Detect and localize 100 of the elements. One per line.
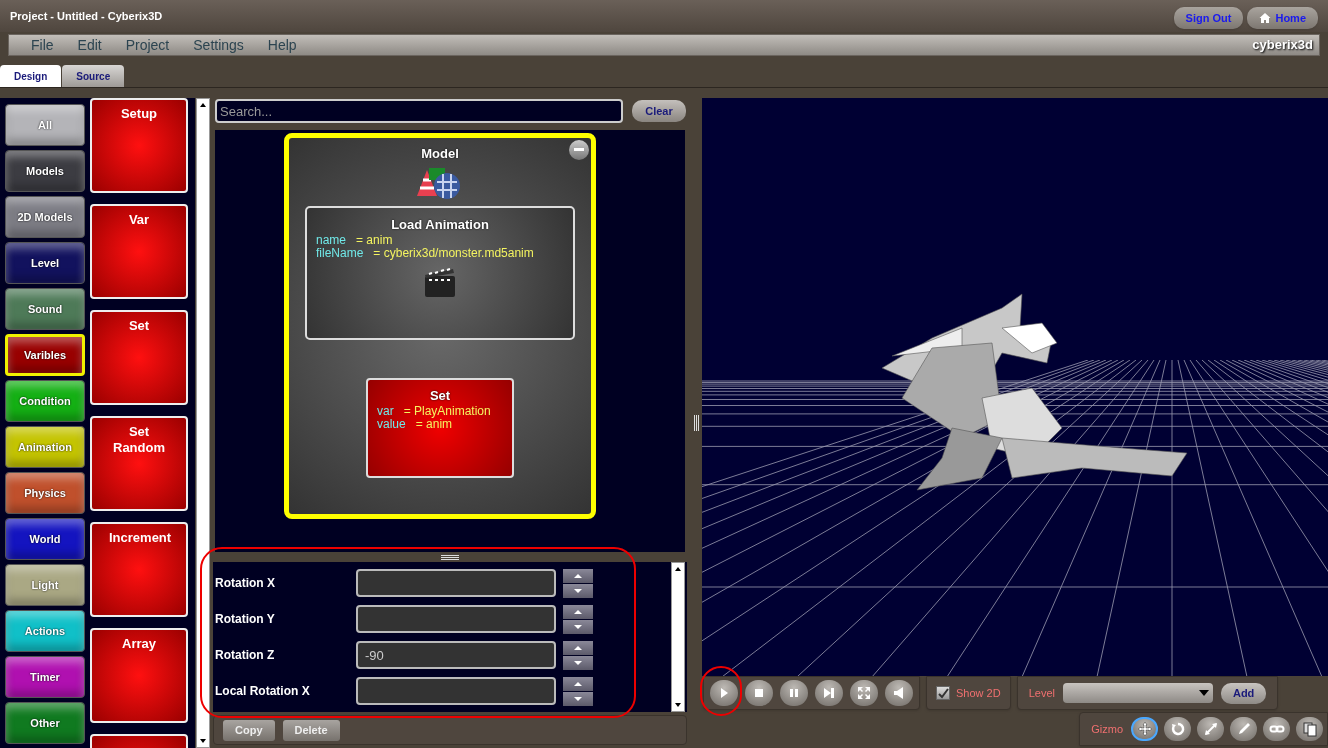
property-field[interactable] — [356, 605, 556, 633]
playback-button[interactable] — [850, 680, 878, 706]
gizmo-tool-button[interactable] — [1164, 717, 1191, 741]
block-tile[interactable]: Increment — [90, 522, 188, 617]
gizmo-tool-button[interactable] — [1230, 717, 1257, 741]
tab[interactable]: Source — [62, 65, 125, 87]
level-dropdown[interactable] — [1062, 683, 1213, 703]
level-label: Level — [1028, 685, 1055, 701]
set-block[interactable]: Set var = PlayAnimation value = anim — [366, 377, 514, 478]
property-field[interactable] — [356, 677, 556, 705]
scrollbar[interactable] — [196, 98, 210, 748]
clear-button[interactable]: Clear — [632, 100, 686, 122]
spin-up-button[interactable] — [563, 640, 593, 655]
diagonal-arrow-icon — [1202, 721, 1219, 737]
category-button[interactable]: 2D Models — [5, 196, 85, 238]
param-name: fileName — [316, 247, 364, 260]
menu-item[interactable]: Settings — [193, 34, 244, 56]
property-field[interactable]: -90 — [356, 641, 556, 669]
gizmo-tool-button[interactable] — [1131, 717, 1158, 741]
spin-up-button[interactable] — [563, 604, 593, 619]
category-button[interactable]: Models — [5, 150, 85, 192]
block-tile[interactable]: Set — [90, 310, 188, 405]
action-button[interactable]: Delete — [282, 719, 340, 741]
playback-button[interactable] — [780, 680, 808, 706]
collapse-button[interactable] — [569, 140, 589, 160]
spin-up-button[interactable] — [563, 676, 593, 691]
block-tile[interactable]: Array — [90, 628, 188, 723]
menu-item[interactable]: File — [31, 34, 54, 56]
property-label: Rotation Z — [215, 647, 276, 664]
param-value: = PlayAnimation — [403, 405, 491, 418]
category-button[interactable]: World — [5, 518, 85, 560]
category-button[interactable]: Timer — [5, 656, 85, 698]
spin-down-button[interactable] — [563, 583, 593, 598]
category-button[interactable]: Other — [5, 702, 85, 744]
brand-name: cyberix3d — [1252, 36, 1313, 55]
add-level-button[interactable]: Add — [1220, 682, 1267, 704]
gizmo-tool-button[interactable] — [1263, 717, 1290, 741]
spin-up-button[interactable] — [563, 568, 593, 583]
gizmo-tool-button[interactable] — [1197, 717, 1224, 741]
skip-forward-icon — [821, 685, 837, 701]
scrollbar[interactable] — [671, 562, 685, 712]
dropdown-caret-icon — [1198, 689, 1209, 697]
playback-button[interactable] — [885, 680, 913, 706]
playback-button[interactable] — [815, 680, 843, 706]
spin-down-button[interactable] — [563, 619, 593, 634]
category-button[interactable]: Condition — [5, 380, 85, 422]
move-arrows-icon — [1136, 721, 1153, 737]
down-caret-icon — [574, 696, 582, 701]
gizmo-label: Gizmo — [1091, 721, 1123, 737]
block-tile[interactable]: Setup — [90, 98, 188, 193]
spin-down-button[interactable] — [563, 655, 593, 670]
up-caret-icon — [574, 681, 582, 686]
up-caret-icon — [574, 573, 582, 578]
spin-down-button[interactable] — [563, 691, 593, 706]
property-label: Rotation X — [215, 575, 276, 592]
param-value: = anim — [415, 418, 453, 431]
block-title: Load Animation — [391, 215, 489, 234]
param-name: value — [377, 418, 406, 431]
block-title: Set — [429, 386, 451, 405]
category-button[interactable]: Physics — [5, 472, 85, 514]
clapperboard-icon — [423, 266, 457, 298]
category-button[interactable]: Varibles — [5, 334, 85, 376]
search-field[interactable]: Search... — [215, 99, 623, 123]
category-button[interactable]: Level — [5, 242, 85, 284]
checkmark-icon — [937, 687, 949, 699]
menu-item[interactable]: Project — [125, 34, 170, 56]
property-field[interactable] — [356, 569, 556, 597]
playback-button[interactable] — [745, 680, 773, 706]
gizmo-tool-button[interactable] — [1296, 717, 1323, 741]
down-caret-icon — [574, 624, 582, 629]
down-caret-icon — [574, 588, 582, 593]
block-tile[interactable]: Var — [90, 204, 188, 299]
highlight-outline — [700, 666, 742, 716]
param-value: = cyberix3d/monster.md5anim — [373, 247, 534, 260]
fullscreen-icon — [856, 685, 872, 701]
param-value: = anim — [356, 234, 393, 247]
up-caret-icon — [574, 609, 582, 614]
menu-item[interactable]: Help — [267, 34, 297, 56]
copy-icon — [1301, 721, 1318, 737]
splitter-grip-icon — [441, 554, 459, 560]
param-name: var — [377, 405, 394, 418]
playback-button[interactable] — [710, 680, 738, 706]
category-button[interactable]: Sound — [5, 288, 85, 330]
property-label: Local Rotation X — [215, 683, 311, 700]
minus-icon — [574, 148, 584, 152]
param-name: name — [316, 234, 347, 247]
show-2d-label: Show 2D — [956, 685, 1001, 701]
menu-item[interactable]: Edit — [77, 34, 102, 56]
window-title: Project - Untitled - Cyberix3D — [10, 8, 163, 24]
show-2d-checkbox[interactable] — [936, 686, 950, 700]
tab[interactable]: Design — [0, 65, 62, 87]
splitter-grip-icon — [694, 415, 699, 431]
load-animation-block[interactable]: Load Animation name = anim fileName = cyberix3d/monster.md5anim — [305, 205, 575, 340]
block-tile[interactable]: Set Random — [90, 416, 188, 511]
action-button[interactable]: Copy — [223, 719, 275, 741]
property-label: Rotation Y — [215, 611, 276, 628]
model-container[interactable]: Model Load Animation name = anim fileName = cyberix3d/monster.md5anim Set var = PlayAnimation value = anim — [284, 133, 596, 519]
down-caret-icon — [574, 660, 582, 665]
3d-viewport[interactable] — [702, 98, 1328, 676]
home-icon — [1259, 12, 1272, 24]
